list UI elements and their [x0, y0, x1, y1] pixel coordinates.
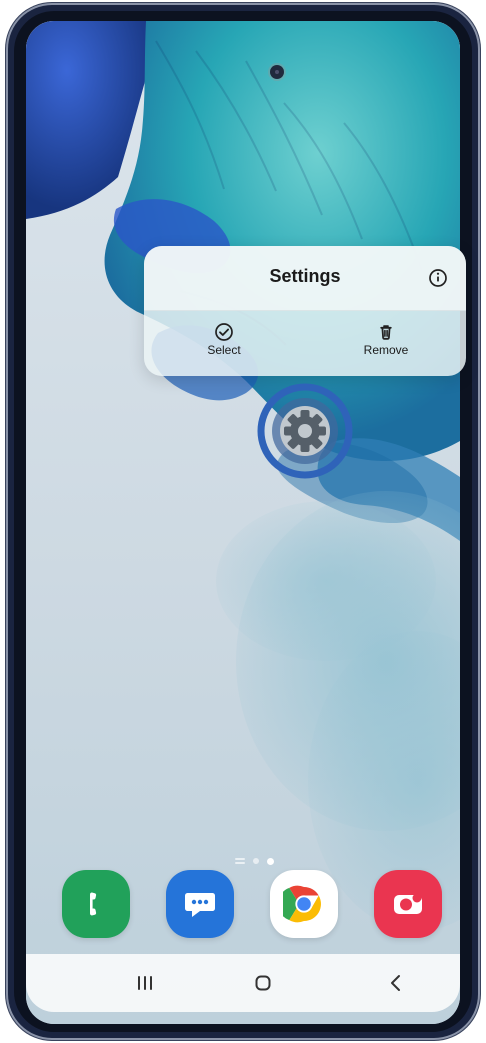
front-camera [270, 65, 284, 79]
info-icon [429, 269, 447, 287]
messages-app-icon[interactable] [166, 870, 234, 938]
page-indicator [226, 855, 282, 867]
popup-header: Settings [144, 246, 466, 311]
page-dot-1 [252, 858, 259, 864]
recent-apps-button[interactable] [128, 968, 162, 998]
app-options-popup: Settings Select Remove [144, 246, 466, 376]
chrome-app-icon[interactable] [270, 870, 338, 938]
back-button[interactable] [379, 968, 413, 998]
home-icon [255, 975, 271, 991]
phone-app-icon[interactable] [62, 870, 130, 938]
app-info-button[interactable] [426, 266, 450, 290]
trash-icon [380, 325, 392, 340]
home-button[interactable] [246, 968, 280, 998]
remove-label: Remove [363, 343, 409, 357]
messages-icon [185, 893, 215, 917]
settings-gear-icon [257, 383, 353, 479]
select-label: Select [207, 343, 241, 357]
popup-title: Settings [269, 266, 341, 286]
chrome-icon [283, 885, 321, 923]
select-button[interactable]: Select [169, 322, 279, 366]
camera-app-icon[interactable] [374, 870, 442, 938]
recent-apps-icon [138, 976, 152, 990]
settings-app-icon[interactable] [256, 382, 354, 480]
camera-icon [394, 893, 422, 914]
remove-button[interactable]: Remove [331, 322, 441, 366]
page-indicator-home-lines [234, 858, 245, 864]
back-icon [391, 975, 400, 991]
page-dot-2 [266, 857, 274, 865]
navigation-bar [26, 954, 460, 1012]
phone-icon [90, 892, 97, 916]
check-circle-icon [215, 323, 233, 341]
